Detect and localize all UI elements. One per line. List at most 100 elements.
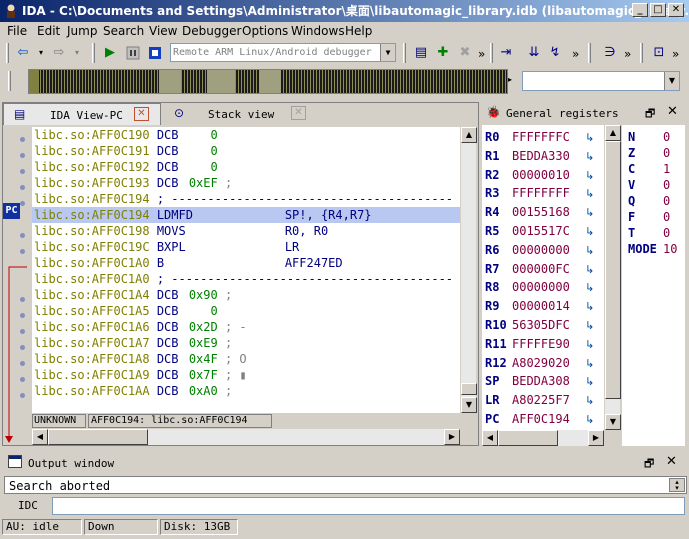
maximize-button[interactable]: □ [650, 3, 666, 17]
toolbar-grip[interactable] [403, 43, 406, 63]
toolbar-grip[interactable] [92, 43, 95, 63]
add-breakpoint-icon[interactable]: ✚ [434, 44, 452, 62]
toolbar-grip[interactable] [490, 43, 493, 63]
code-line[interactable]: libc.so:AFF0C193 DCB 0xEF ; [34, 175, 232, 191]
flag-value[interactable]: 0 [663, 226, 670, 240]
toolbar-overflow-icon[interactable]: » [572, 47, 579, 61]
back-arrow-icon[interactable]: ⇦ [14, 44, 32, 62]
menu-windows[interactable]: Windows [291, 24, 345, 38]
code-line[interactable]: libc.so:AFF0C1A5 DCB 0 [34, 303, 218, 319]
delete-breakpoint-icon[interactable]: ✖ [456, 44, 474, 62]
close-tab-icon[interactable]: ✕ [291, 106, 306, 120]
close-panel-icon[interactable]: ✕ [667, 104, 678, 119]
menu-options[interactable]: Options [242, 24, 288, 38]
back-dropdown-icon[interactable]: ▾ [32, 44, 50, 62]
step-into-icon[interactable]: ⇥ [497, 44, 515, 62]
jump-to-address-icon[interactable]: ↳ [585, 319, 594, 332]
forward-arrow-icon[interactable]: ⇨ [50, 44, 68, 62]
register-value[interactable]: 000000FC [512, 262, 570, 276]
jump-to-address-icon[interactable]: ↳ [585, 187, 594, 200]
graph-view-icon[interactable]: ⊡ [650, 44, 668, 62]
minimize-button[interactable]: _ [632, 3, 648, 17]
tab-ida-view-pc[interactable]: ▤ IDA View-PC ✕ [3, 103, 161, 125]
jump-to-address-icon[interactable]: ↳ [585, 169, 594, 182]
menu-debugger[interactable]: Debugger [182, 24, 241, 38]
register-value[interactable]: A80225F7 [512, 393, 570, 407]
output-scroll-icon[interactable]: ▴ ▾ [669, 478, 685, 492]
breakpoint-list-icon[interactable]: ▤ [412, 44, 430, 62]
toolbar-grip[interactable] [588, 43, 591, 63]
step-over-icon[interactable]: ⇊ [525, 44, 543, 62]
menu-search[interactable]: Search [103, 24, 144, 38]
menu-edit[interactable]: Edit [37, 24, 60, 38]
run-icon[interactable]: ▶ [101, 44, 119, 62]
jump-to-address-icon[interactable]: ↳ [585, 413, 594, 426]
register-value[interactable]: FFFFFE90 [512, 337, 570, 351]
scroll-down-icon[interactable]: ▼ [461, 397, 477, 413]
jump-to-address-icon[interactable]: ↳ [585, 394, 594, 407]
chevron-down-icon[interactable]: ▼ [380, 44, 395, 61]
code-line[interactable]: libc.so:AFF0C1A6 DCB 0x2D ; - [34, 319, 247, 335]
forward-dropdown-icon[interactable]: ▾ [68, 44, 86, 62]
menu-jump[interactable]: Jump [67, 24, 97, 38]
register-value[interactable]: 56305DFC [512, 318, 570, 332]
flag-value[interactable]: 0 [663, 146, 670, 160]
scroll-thumb[interactable] [498, 430, 558, 446]
register-value[interactable]: BEDDA308 [512, 374, 570, 388]
code-line[interactable]: libc.so:AFF0C1A0 B AFF247ED [34, 255, 343, 271]
jump-to-address-icon[interactable]: ↳ [585, 225, 594, 238]
menu-view[interactable]: View [149, 24, 177, 38]
code-line[interactable]: libc.so:AFF0C194 ; ---------------------… [34, 191, 453, 207]
register-value[interactable]: FFFFFFFF [512, 186, 570, 200]
disassembly-listing[interactable]: libc.so:AFF0C190 DCB 0 libc.so:AFF0C191 D… [32, 127, 460, 413]
jump-to-address-icon[interactable]: ↳ [585, 244, 594, 257]
toolbar-grip[interactable] [6, 43, 9, 63]
register-value[interactable]: AFF0C194 [512, 412, 570, 426]
jump-to-address-icon[interactable]: ↳ [585, 375, 594, 388]
code-line[interactable]: libc.so:AFF0C1A7 DCB 0xE9 ; [34, 335, 232, 351]
jump-to-address-icon[interactable]: ↳ [585, 150, 594, 163]
restore-window-icon[interactable]: 🗗 [644, 455, 654, 474]
close-panel-icon[interactable]: ✕ [666, 454, 677, 469]
code-line[interactable]: libc.so:AFF0C1A8 DCB 0x4F ; O [34, 351, 247, 367]
flag-value[interactable]: 0 [663, 130, 670, 144]
code-line[interactable]: libc.so:AFF0C1AA DCB 0xA0 ; [34, 383, 232, 399]
scroll-thumb[interactable] [48, 429, 148, 445]
step-out-icon[interactable]: ∋ [601, 44, 619, 62]
toolbar-overflow-icon[interactable]: » [672, 47, 679, 61]
code-line[interactable]: libc.so:AFF0C190 DCB 0 [34, 127, 218, 143]
scroll-right-icon[interactable]: ▶ [444, 429, 460, 445]
register-value[interactable]: 00000010 [512, 168, 570, 182]
stop-icon[interactable] [146, 44, 164, 62]
flag-value[interactable]: 0 [663, 194, 670, 208]
debugger-select[interactable]: Remote ARM Linux/Android debugger ▼ [170, 43, 396, 62]
scroll-down-icon[interactable]: ▼ [605, 414, 621, 430]
register-value[interactable]: 00000000 [512, 243, 570, 257]
register-value[interactable]: 00155168 [512, 205, 570, 219]
chevron-down-icon[interactable]: ▼ [664, 72, 679, 90]
pause-icon[interactable] [124, 44, 142, 62]
tab-stack-view[interactable]: ⊙ Stack view ✕ [164, 103, 314, 125]
toolbar-overflow-icon[interactable]: » [478, 47, 485, 61]
code-line[interactable]: libc.so:AFF0C1A4 DCB 0x90 ; [34, 287, 232, 303]
code-line[interactable]: libc.so:AFF0C191 DCB 0 [34, 143, 218, 159]
jump-to-address-icon[interactable]: ↳ [585, 300, 594, 313]
register-value[interactable]: 00000014 [512, 299, 570, 313]
flag-value[interactable]: 1 [663, 162, 670, 176]
toolbar-grip[interactable] [640, 43, 643, 63]
scroll-left-icon[interactable]: ◀ [482, 430, 498, 446]
navigation-band[interactable] [28, 69, 508, 94]
code-line[interactable]: libc.so:AFF0C194 LDMFD SP!, {R4,R7} [32, 207, 460, 223]
run-to-cursor-icon[interactable]: ↯ [546, 44, 564, 62]
scroll-thumb[interactable] [461, 383, 477, 395]
menu-help[interactable]: Help [345, 24, 372, 38]
jump-to-address-icon[interactable]: ↳ [585, 206, 594, 219]
restore-window-icon[interactable]: 🗗 [645, 105, 655, 124]
code-line[interactable]: libc.so:AFF0C198 MOVS R0, R0 [34, 223, 328, 239]
toolbar-overflow-icon[interactable]: » [624, 47, 631, 61]
scroll-up-icon[interactable]: ▲ [605, 125, 621, 141]
register-list-hscrollbar[interactable]: ◀ ▶ [482, 430, 604, 446]
command-language-label[interactable]: IDC [18, 499, 38, 512]
jump-to-address-icon[interactable]: ↳ [585, 263, 594, 276]
jump-to-address-icon[interactable]: ↳ [585, 281, 594, 294]
